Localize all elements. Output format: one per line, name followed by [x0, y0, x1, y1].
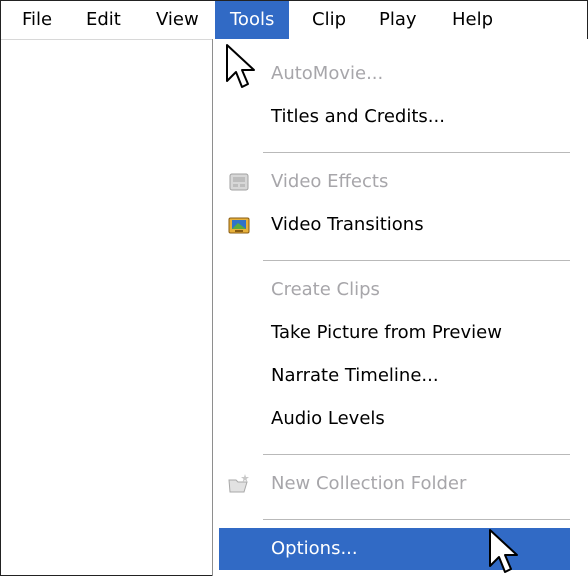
mouse-pointer-icon [489, 529, 518, 573]
menu-separator [263, 260, 570, 262]
mouse-pointer-icon [226, 44, 255, 88]
menu-item-label: Video Transitions [271, 214, 424, 235]
menu-help[interactable]: Help [437, 1, 508, 39]
tools-dropdown-menu: AutoMovie... Titles and Credits... Video… [212, 39, 588, 576]
menu-clip[interactable]: Clip [297, 1, 361, 39]
menu-item-label: Audio Levels [271, 408, 385, 429]
menu-play[interactable]: Play [364, 1, 432, 39]
menu-item-label: Take Picture from Preview [271, 322, 502, 343]
menu-item-automovie[interactable]: AutoMovie... [219, 53, 570, 95]
menu-bar: File Edit View Tools Clip Play Help [1, 1, 587, 40]
menu-separator [263, 152, 570, 154]
menu-item-video-effects[interactable]: Video Effects [219, 161, 570, 203]
menu-tools[interactable]: Tools [215, 1, 290, 39]
video-effects-icon [229, 173, 249, 191]
menu-item-new-collection-folder[interactable]: New Collection Folder [219, 463, 570, 505]
menu-item-take-picture[interactable]: Take Picture from Preview [219, 312, 570, 354]
menu-item-label: AutoMovie... [271, 63, 384, 84]
menu-item-label: Create Clips [271, 279, 380, 300]
menu-item-label: Video Effects [271, 171, 389, 192]
menu-item-titles-and-credits[interactable]: Titles and Credits... [219, 96, 570, 138]
menu-item-audio-levels[interactable]: Audio Levels [219, 398, 570, 440]
new-folder-icon [228, 474, 249, 493]
menu-edit[interactable]: Edit [71, 1, 136, 39]
menu-item-video-transitions[interactable]: Video Transitions [219, 204, 570, 246]
menu-item-label: Titles and Credits... [271, 106, 445, 127]
video-transitions-icon [228, 217, 250, 234]
menu-item-narrate-timeline[interactable]: Narrate Timeline... [219, 355, 570, 397]
menu-view[interactable]: View [141, 1, 214, 39]
menu-separator [263, 454, 570, 456]
menu-item-label: New Collection Folder [271, 473, 467, 494]
menu-file[interactable]: File [7, 1, 67, 39]
menu-item-create-clips[interactable]: Create Clips [219, 269, 570, 311]
menu-item-label: Narrate Timeline... [271, 365, 439, 386]
menu-item-label: Options... [271, 538, 358, 559]
menu-separator [263, 519, 570, 521]
